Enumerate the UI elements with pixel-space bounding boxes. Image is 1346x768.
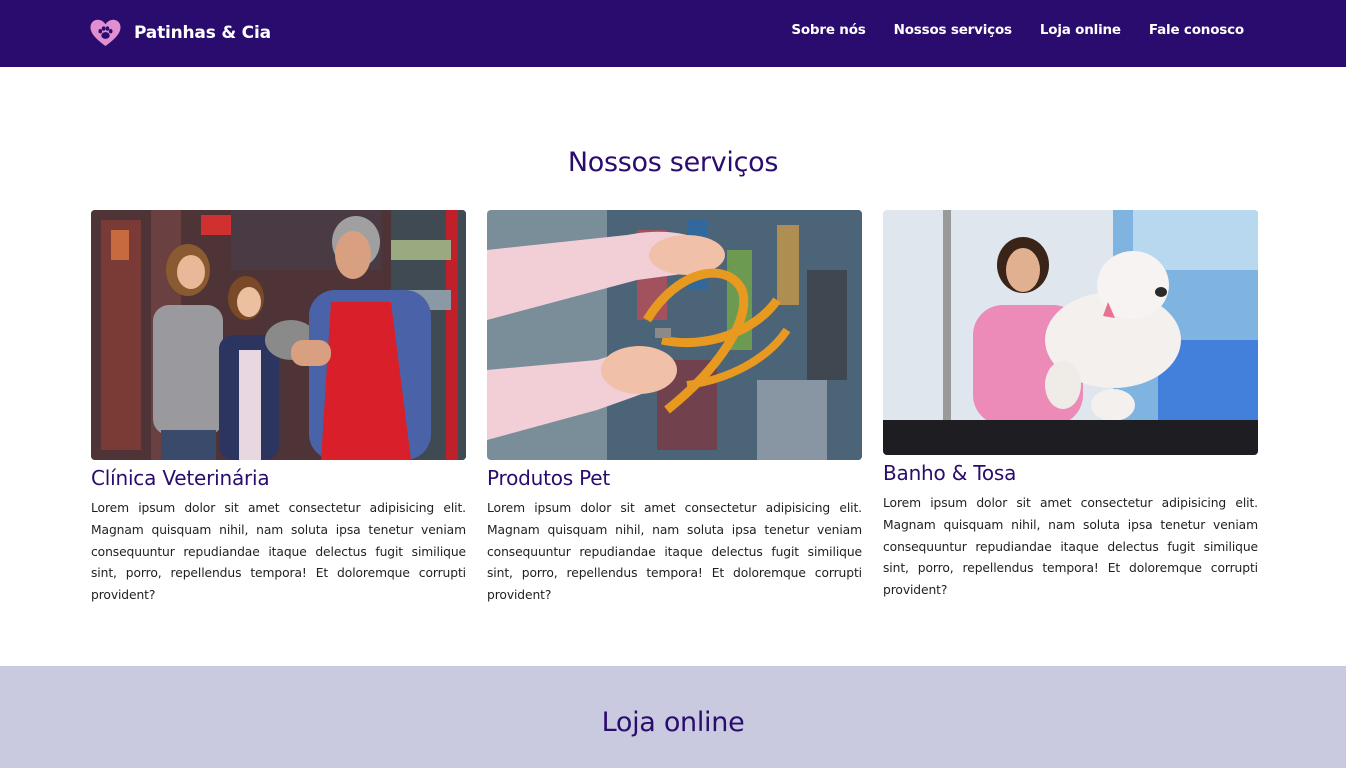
services-title: Nossos serviços xyxy=(567,147,779,178)
nav-link-fale-conosco[interactable]: Fale conosco xyxy=(1149,22,1244,38)
store-section: Loja online xyxy=(0,666,1346,768)
service-title: Produtos Pet xyxy=(487,466,611,490)
grooming-photo xyxy=(883,210,1258,455)
store-title: Loja online xyxy=(601,707,745,738)
service-card-banho: Banho & Tosa Lorem ipsum dolor sit amet … xyxy=(883,210,1258,602)
brand-name: Patinhas & Cia xyxy=(134,23,271,43)
nav-link-nossos-servicos[interactable]: Nossos serviços xyxy=(894,22,1012,38)
service-description: Lorem ipsum dolor sit amet consectetur a… xyxy=(883,496,1258,598)
service-title: Clínica Veterinária xyxy=(91,466,270,490)
service-title: Banho & Tosa xyxy=(883,461,1017,485)
products-photo xyxy=(487,210,862,460)
nav-link-loja-online[interactable]: Loja online xyxy=(1040,22,1121,38)
clinic-photo xyxy=(91,210,466,460)
main-nav: Sobre nós Nossos serviços Loja online Fa… xyxy=(763,22,1244,38)
service-card-clinica: Clínica Veterinária Lorem ipsum dolor si… xyxy=(91,210,466,607)
brand[interactable]: Patinhas & Cia xyxy=(90,18,271,48)
service-card-produtos: Produtos Pet Lorem ipsum dolor sit amet … xyxy=(487,210,862,607)
service-description: Lorem ipsum dolor sit amet consectetur a… xyxy=(91,501,466,603)
heart-paw-icon xyxy=(90,19,121,46)
service-description: Lorem ipsum dolor sit amet consectetur a… xyxy=(487,501,862,603)
nav-link-sobre-nos[interactable]: Sobre nós xyxy=(791,22,865,38)
site-header: Patinhas & Cia Sobre nós Nossos serviços… xyxy=(0,0,1346,67)
